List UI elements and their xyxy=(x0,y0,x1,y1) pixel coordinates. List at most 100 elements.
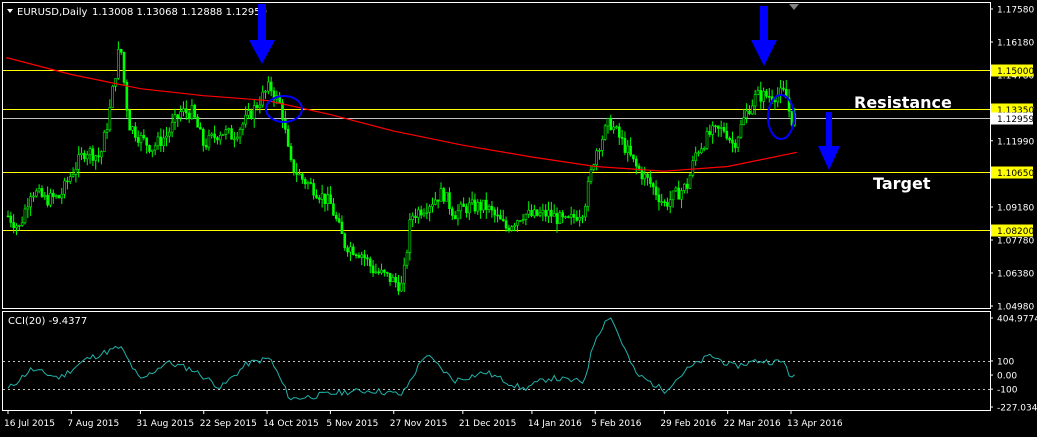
candle-body xyxy=(193,105,197,118)
candle-body xyxy=(100,151,103,158)
cci-tick-label: -100 xyxy=(997,386,1018,396)
resistance-annotation: Resistance xyxy=(854,93,952,112)
candle-body xyxy=(779,87,782,96)
symbol-label: EURUSD,Daily xyxy=(17,7,88,18)
candle-body xyxy=(516,220,519,226)
candle-body xyxy=(518,220,522,222)
time-tick-label: 29 Feb 2016 xyxy=(660,419,716,429)
candle-body xyxy=(80,152,83,156)
candle-body xyxy=(434,199,437,205)
candle-body xyxy=(320,193,324,200)
candle-body xyxy=(767,96,771,98)
candle-body xyxy=(677,187,681,200)
candle-body xyxy=(176,114,180,119)
candle-body xyxy=(756,90,760,95)
candle-body xyxy=(385,271,389,274)
candle-body xyxy=(136,137,140,143)
price-tick-label: 1.11990 xyxy=(997,137,1034,147)
candle-body xyxy=(207,134,211,148)
candle-body xyxy=(394,276,398,283)
candle-body xyxy=(383,269,386,273)
candle-body xyxy=(312,183,315,196)
candle-body xyxy=(680,190,683,200)
candle-body xyxy=(552,213,556,217)
candle-body xyxy=(714,125,717,128)
candle-body xyxy=(182,108,185,112)
candle-body xyxy=(405,252,409,266)
candle-body xyxy=(329,194,332,205)
candle-body xyxy=(303,179,307,185)
candle-body xyxy=(586,181,590,207)
ohlc-readout: 1.13008 1.13068 1.12888 1.12959 xyxy=(92,7,267,18)
time-tick-label: 14 Oct 2015 xyxy=(263,419,319,429)
candle-body xyxy=(411,215,414,220)
candle-body xyxy=(131,126,134,131)
candle-body xyxy=(705,131,709,149)
candle-body xyxy=(510,226,514,231)
candle-body xyxy=(584,206,587,218)
time-tick-label: 5 Nov 2015 xyxy=(326,419,378,429)
price-tick-label: 1.07780 xyxy=(997,237,1034,247)
candle-body xyxy=(683,183,686,191)
price-tick-label: 1.16180 xyxy=(997,39,1034,49)
candle-body xyxy=(117,48,120,79)
candle-body xyxy=(482,199,485,211)
candle-body xyxy=(496,214,499,217)
candle-body xyxy=(102,132,106,152)
candle-body xyxy=(23,208,27,224)
candle-body xyxy=(527,209,531,215)
time-tick-label: 16 Jul 2015 xyxy=(4,419,55,429)
trading-chart[interactable]: EURUSD,Daily 1.13008 1.13068 1.12888 1.1… xyxy=(0,0,1037,437)
candle-body xyxy=(332,203,335,216)
candle-body xyxy=(734,142,737,148)
candle-body xyxy=(561,212,564,218)
candle-body xyxy=(247,110,250,116)
candle-body xyxy=(414,215,417,218)
candle-body xyxy=(600,139,604,151)
candle-body xyxy=(725,130,729,139)
candle-body xyxy=(43,194,47,197)
time-tick-label: 27 Nov 2015 xyxy=(390,419,448,429)
candle-body xyxy=(589,169,593,182)
cci-tick-label: 0.00 xyxy=(997,372,1017,382)
candle-body xyxy=(360,254,364,258)
candle-body xyxy=(213,133,216,138)
candle-body xyxy=(91,148,95,161)
candle-body xyxy=(632,154,635,160)
candle-body xyxy=(57,195,61,199)
candle-body xyxy=(603,125,607,140)
candle-body xyxy=(391,276,395,282)
candle-body xyxy=(671,190,675,201)
level-price-tag-label: 1.10650 xyxy=(997,169,1034,179)
candle-body xyxy=(216,137,219,141)
candle-body xyxy=(51,192,55,198)
candle-body xyxy=(9,215,13,223)
candle-body xyxy=(292,159,296,173)
candle-body xyxy=(153,145,157,151)
candle-body xyxy=(258,104,262,108)
candle-body xyxy=(663,201,666,203)
price-tick-label: 1.06380 xyxy=(997,270,1034,280)
candle-body xyxy=(71,174,75,177)
candle-body xyxy=(269,81,273,92)
cci-indicator-label: CCI(20) -9.4377 xyxy=(8,316,87,327)
candle-body xyxy=(558,212,562,224)
candle-body xyxy=(346,247,349,253)
candle-body xyxy=(436,199,440,202)
candle-body xyxy=(473,199,477,212)
candle-body xyxy=(83,152,86,160)
candle-body xyxy=(351,246,355,255)
candle-body xyxy=(94,155,98,161)
candle-body xyxy=(6,215,10,218)
time-tick-label: 31 Aug 2015 xyxy=(136,419,194,429)
candle-body xyxy=(230,128,233,140)
candle-body xyxy=(451,208,454,216)
candle-body xyxy=(592,164,596,170)
time-tick-label: 14 Jan 2016 xyxy=(528,419,582,429)
candle-body xyxy=(218,134,222,141)
candle-body xyxy=(26,206,30,210)
candle-body xyxy=(68,176,72,182)
target-annotation: Target xyxy=(873,174,931,193)
candle-body xyxy=(646,173,649,178)
candle-body xyxy=(170,121,174,133)
